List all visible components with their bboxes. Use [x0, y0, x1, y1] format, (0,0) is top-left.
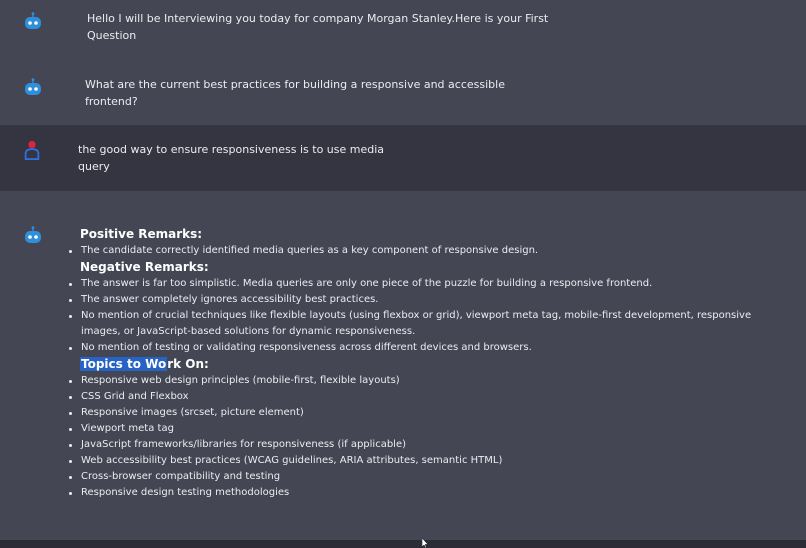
selected-text: Topics to Wo	[80, 357, 168, 371]
bot-message-text: Hello I will be Interviewing you today f…	[87, 10, 548, 44]
robot-icon	[25, 78, 41, 95]
list-item: Viewport meta tag	[69, 421, 770, 437]
message-line: query	[78, 160, 110, 173]
list-item: The candidate correctly identified media…	[69, 243, 770, 259]
user-icon	[24, 140, 40, 160]
bot-message-greeting: Hello I will be Interviewing you today f…	[0, 0, 806, 62]
list-item: Responsive design testing methodologies	[69, 485, 770, 501]
list-item: JavaScript frameworks/libraries for resp…	[69, 437, 770, 453]
topics-heading: Topics to Work On:	[80, 356, 770, 373]
positive-remarks-list: The candidate correctly identified media…	[69, 243, 770, 259]
list-item-line: No mention of crucial techniques like fl…	[81, 310, 752, 321]
message-line: What are the current best practices for …	[85, 78, 505, 91]
positive-remarks-heading: Positive Remarks:	[80, 227, 203, 241]
list-item: Cross-browser compatibility and testing	[69, 469, 770, 485]
list-item: The answer is far too simplistic. Media …	[69, 276, 770, 292]
feedback-content: Positive Remarks: The candidate correctl…	[69, 226, 770, 501]
list-item: Web accessibility best practices (WCAG g…	[69, 453, 770, 469]
robot-icon	[25, 226, 41, 243]
topics-heading-rest: rk On:	[167, 357, 209, 371]
mouse-pointer-icon	[422, 538, 428, 548]
bot-message-text: What are the current best practices for …	[85, 76, 505, 110]
message-line: the good way to ensure responsiveness is…	[78, 143, 385, 156]
user-message-text: the good way to ensure responsiveness is…	[78, 141, 384, 175]
list-item-line: images, or JavaScript-based solutions fo…	[81, 326, 416, 337]
negative-remarks-heading: Negative Remarks:	[80, 260, 209, 274]
user-message-answer: the good way to ensure responsiveness is…	[0, 125, 806, 191]
list-item: No mention of testing or validating resp…	[69, 340, 770, 356]
list-item: The answer completely ignores accessibil…	[69, 292, 770, 308]
bot-message-question: What are the current best practices for …	[0, 62, 806, 125]
robot-icon	[25, 12, 41, 29]
bottom-bar	[0, 540, 806, 548]
message-line: frontend?	[85, 95, 138, 108]
message-line: Question	[87, 29, 137, 42]
message-line: Hello I will be Interviewing you today f…	[87, 12, 549, 25]
list-item: No mention of crucial techniques like fl…	[69, 308, 770, 340]
list-item: Responsive web design principles (mobile…	[69, 373, 770, 389]
negative-remarks-list: The answer is far too simplistic. Media …	[69, 276, 770, 356]
topics-list: Responsive web design principles (mobile…	[69, 373, 770, 501]
list-item: Responsive images (srcset, picture eleme…	[69, 405, 770, 421]
list-item: CSS Grid and Flexbox	[69, 389, 770, 405]
